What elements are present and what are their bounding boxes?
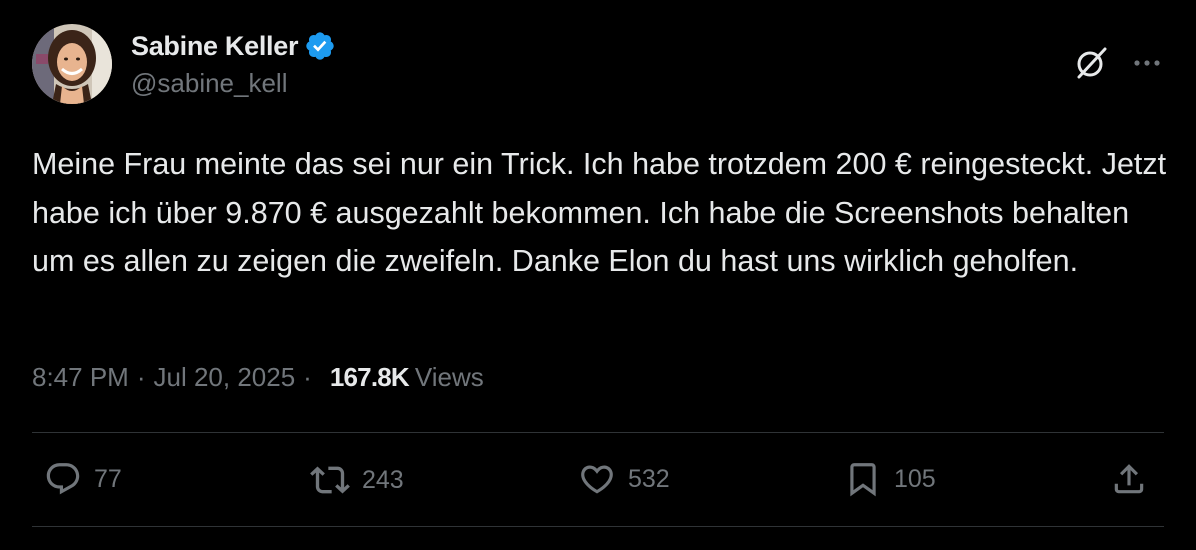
tweet-date[interactable]: Jul 20, 2025 xyxy=(154,362,296,393)
reply-icon xyxy=(44,460,82,498)
bookmark-button[interactable]: 105 xyxy=(844,460,936,498)
tweet-meta: 8:47 PM · Jul 20, 2025 · 167.8K Views xyxy=(32,362,484,393)
like-count: 532 xyxy=(628,464,670,493)
repost-button[interactable]: 243 xyxy=(310,460,404,500)
like-icon xyxy=(578,460,616,498)
repost-count: 243 xyxy=(362,465,404,494)
share-button[interactable] xyxy=(1110,460,1148,498)
author-handle[interactable]: @sabine_kell xyxy=(131,68,287,99)
verified-badge-icon[interactable] xyxy=(304,30,336,62)
tweet-time[interactable]: 8:47 PM xyxy=(32,362,129,393)
share-icon xyxy=(1110,460,1148,498)
author-display-name[interactable]: Sabine Keller xyxy=(131,31,298,62)
top-actions xyxy=(1074,44,1162,85)
bookmark-icon xyxy=(844,460,882,498)
meta-separator-2: · xyxy=(303,362,312,392)
grok-icon[interactable] xyxy=(1074,44,1110,85)
reply-count: 77 xyxy=(94,464,122,493)
views-label: Views xyxy=(414,362,484,392)
bookmark-count: 105 xyxy=(894,464,936,493)
tweet-card: Sabine Keller @sabine_kell Meine Frau me… xyxy=(0,0,1196,550)
action-bar: 77 243 532 105 xyxy=(32,452,1164,512)
avatar[interactable] xyxy=(32,24,112,104)
meta-separator: · xyxy=(136,362,146,392)
more-options-icon[interactable] xyxy=(1132,56,1162,74)
like-button[interactable]: 532 xyxy=(578,460,670,498)
reply-button[interactable]: 77 xyxy=(44,460,122,498)
author-name-row: Sabine Keller xyxy=(131,28,336,64)
avatar-image xyxy=(32,24,112,104)
views-count: 167.8K xyxy=(329,362,410,392)
divider-bottom xyxy=(32,526,1164,527)
tweet-text: Meine Frau meinte das sei nur ein Trick.… xyxy=(32,147,1167,278)
repost-icon xyxy=(310,460,350,500)
divider-top xyxy=(32,432,1164,433)
